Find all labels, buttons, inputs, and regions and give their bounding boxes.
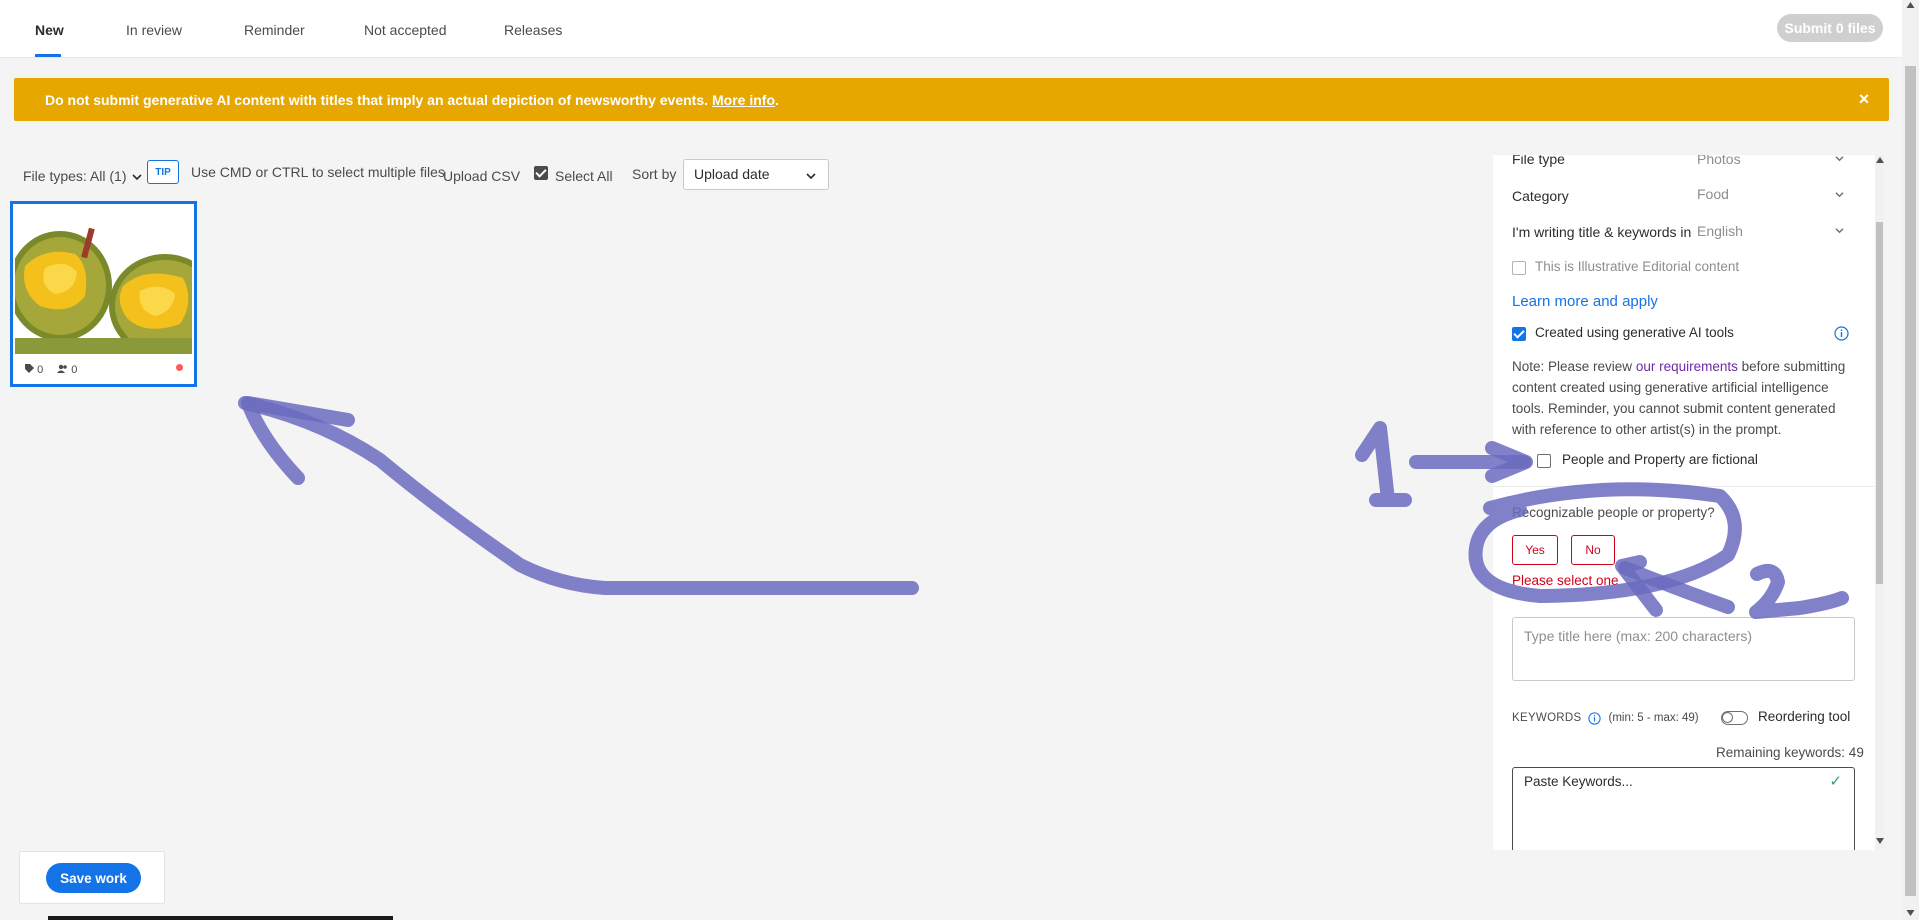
note-prefix: Note: Please review [1512, 359, 1633, 374]
chevron-down-icon [1835, 228, 1844, 234]
durian-image [15, 206, 192, 354]
keywords-range: (min: 5 - max: 49) [1608, 712, 1699, 724]
illustrative-editorial-label: This is Illustrative Editorial content [1535, 259, 1740, 274]
number-one [1355, 421, 1412, 507]
save-work-card: Save work [19, 851, 165, 904]
tab-releases[interactable]: Releases [504, 22, 562, 38]
illustrative-editorial-checkbox[interactable] [1512, 261, 1526, 275]
active-tab-indicator [35, 54, 61, 57]
top-tab-bar: New In review Reminder Not accepted Rele… [0, 0, 1902, 58]
fictional-label: People and Property are fictional [1562, 452, 1758, 467]
chevron-down-icon [132, 174, 142, 181]
upload-csv-button[interactable]: Upload CSV [443, 168, 520, 184]
sort-by-label: Sort by [632, 166, 677, 182]
file-types-label: File types: All (1) [23, 168, 127, 184]
generative-ai-label: Created using generative AI tools [1535, 325, 1734, 340]
arrow-to-thumbnail [238, 396, 919, 595]
tab-reminder[interactable]: Reminder [244, 22, 305, 38]
sort-by-select[interactable]: Upload date [683, 159, 829, 190]
language-label: I'm writing title & keywords in [1512, 224, 1692, 240]
save-work-button[interactable]: Save work [46, 863, 141, 893]
panel-scrollbar-thumb[interactable] [1876, 222, 1883, 584]
banner-link-suffix: . [775, 91, 779, 108]
sort-by-value: Upload date [694, 166, 770, 182]
arrowhead-thumbnail [241, 396, 355, 485]
tip-text: Use CMD or CTRL to select multiple files [191, 164, 445, 180]
category-label: Category [1512, 188, 1569, 204]
paste-keywords-placeholder: Paste Keywords... [1524, 774, 1633, 789]
info-icon[interactable] [1834, 326, 1849, 341]
checkmark-icon: ✓ [1829, 773, 1842, 790]
ai-content-warning-banner: Do not submit generative AI content with… [14, 78, 1889, 121]
keyword-count-value: 0 [37, 364, 44, 376]
people-count: 0 [57, 364, 77, 376]
learn-more-link[interactable]: Learn more and apply [1512, 293, 1658, 310]
tab-not-accepted[interactable]: Not accepted [364, 22, 447, 38]
page-scrollbar-thumb[interactable] [1905, 66, 1916, 896]
generative-ai-checkbox[interactable] [1512, 327, 1526, 341]
tab-new[interactable]: New [35, 22, 64, 38]
banner-text: Do not submit generative AI content with… [45, 91, 709, 108]
people-icon [57, 364, 67, 373]
tag-icon [25, 364, 34, 373]
tip-badge: TIP [147, 160, 179, 184]
file-type-label: File type [1512, 155, 1565, 167]
scroll-down-icon[interactable] [1906, 910, 1915, 916]
asset-details-panel: File type Photos Category Food I'm writi… [1493, 155, 1884, 850]
requirements-link[interactable]: our requirements [1636, 359, 1738, 374]
chevron-down-icon [1835, 156, 1844, 162]
recognizable-question: Recognizable people or property? [1512, 505, 1715, 520]
fictional-checkbox[interactable] [1537, 454, 1551, 468]
info-icon[interactable] [1588, 712, 1601, 725]
select-all-checkbox[interactable] [534, 166, 548, 180]
scroll-up-icon[interactable] [1906, 2, 1915, 8]
panel-divider [1493, 486, 1884, 487]
remaining-keywords: Remaining keywords: 49 [1716, 745, 1864, 760]
close-icon[interactable]: × [1855, 90, 1873, 108]
scroll-down-icon[interactable] [1876, 838, 1884, 844]
durian-illustration [15, 227, 192, 354]
category-value[interactable]: Food [1697, 186, 1729, 202]
no-button[interactable]: No [1571, 535, 1615, 565]
keywords-textarea[interactable]: Paste Keywords... ✓ [1512, 767, 1855, 850]
keyword-count: 0 [25, 364, 43, 376]
people-count-value: 0 [71, 364, 78, 376]
tab-in-review[interactable]: In review [126, 22, 182, 38]
scroll-up-icon[interactable] [1876, 157, 1884, 163]
select-all-label[interactable]: Select All [555, 168, 613, 184]
title-input[interactable]: Type title here (max: 200 characters) [1512, 617, 1855, 681]
keywords-heading: KEYWORDS [1512, 712, 1582, 724]
asset-thumbnail[interactable]: 0 0 [10, 201, 197, 387]
yes-button[interactable]: Yes [1512, 535, 1558, 565]
error-message: Please select one [1512, 573, 1619, 588]
reordering-toggle[interactable] [1721, 711, 1748, 725]
keywords-label: KEYWORDS (min: 5 - max: 49) [1512, 712, 1699, 725]
reordering-label: Reordering tool [1758, 709, 1851, 724]
submit-files-button[interactable]: Submit 0 files [1777, 14, 1883, 42]
thumbnail-meta: 0 0 [25, 364, 77, 376]
bottom-progress-line [48, 916, 393, 920]
language-value[interactable]: English [1697, 223, 1743, 239]
banner-more-info-link[interactable]: More info [712, 92, 775, 108]
title-placeholder: Type title here (max: 200 characters) [1524, 628, 1752, 644]
chevron-down-icon [1835, 192, 1844, 198]
file-type-value[interactable]: Photos [1697, 155, 1741, 167]
ai-requirements-note: Note: Please review our requirements bef… [1512, 356, 1852, 440]
chevron-down-icon [806, 173, 816, 180]
file-types-dropdown[interactable]: File types: All (1) [23, 168, 142, 184]
status-dot [176, 364, 183, 371]
